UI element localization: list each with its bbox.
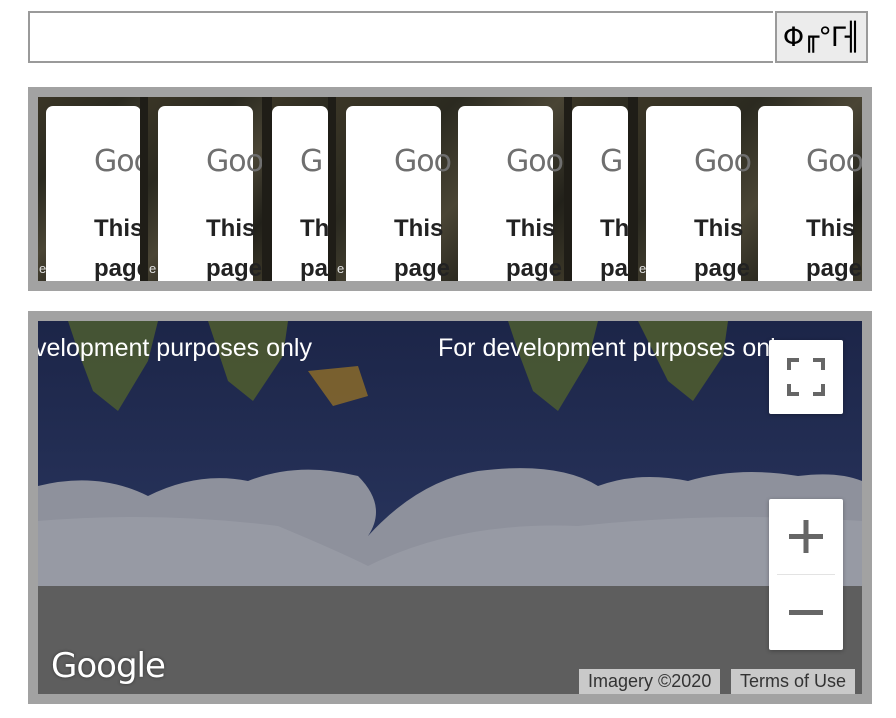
thumbnail-card: G This page — [272, 106, 328, 281]
minus-icon — [789, 610, 823, 615]
thumbnail-logo: Goo — [394, 144, 452, 179]
thumbnail-card: G This page — [572, 106, 628, 281]
imagery-attribution: Imagery ©2020 — [579, 669, 721, 694]
dev-watermark: velopment purposes only — [38, 334, 312, 362]
thumbnail-tile[interactable]: e Goo This page Goo This page — [336, 97, 564, 281]
thumbnail-strip: eGooThis pageeGooThis pageeGThis pageeGo… — [38, 97, 862, 281]
map-imagery — [38, 321, 862, 694]
thumbnail-logo: Goo — [694, 144, 752, 179]
fullscreen-icon — [787, 358, 825, 396]
thumbnail-card: Goo This page — [158, 106, 262, 281]
thumbnail-tile[interactable]: eGThis page — [272, 97, 328, 281]
thumbnail-card: Goo This page — [458, 106, 564, 281]
zoom-out-button[interactable] — [769, 575, 843, 650]
thumbnail-tile[interactable]: eGooThis page — [38, 97, 140, 281]
plus-icon — [789, 520, 823, 553]
thumbnail-text: This page — [806, 215, 862, 281]
search-input[interactable] — [28, 11, 773, 63]
thumbnail-card: GooThis page — [346, 106, 452, 281]
zoom-control — [769, 499, 843, 650]
thumbnail-text: This page — [506, 215, 563, 281]
zoom-in-button[interactable] — [769, 499, 843, 574]
thumbnail-bg-letter: e — [337, 261, 345, 276]
terms-of-use-link[interactable]: Terms of Use — [731, 669, 856, 694]
thumbnail-tile[interactable]: eGThis page — [572, 97, 628, 281]
thumbnail-strip-frame: eGooThis pageeGooThis pageeGThis pageeGo… — [28, 87, 872, 291]
thumbnail-text: This page — [94, 215, 140, 281]
fullscreen-button[interactable] — [769, 340, 843, 414]
thumbnail-logo: Goo — [506, 144, 564, 179]
map-frame: velopment purposes only For development … — [28, 311, 872, 704]
thumbnail-tile[interactable]: e Goo This page — [148, 97, 262, 281]
thumbnail-text: This page — [300, 215, 328, 281]
go-button[interactable]: Φ╓°Γ╢ — [775, 11, 868, 63]
thumbnail-text: This page — [600, 215, 628, 281]
satellite-map[interactable]: velopment purposes only For development … — [38, 321, 862, 694]
google-logo: Google — [51, 646, 166, 686]
thumbnail-logo: Goo — [806, 144, 862, 179]
thumbnail-logo: Goo — [94, 144, 140, 179]
thumbnail-bg-letter: e — [149, 261, 157, 276]
thumbnail-card: GooThis page — [646, 106, 752, 281]
thumbnail-logo: G — [600, 144, 623, 179]
thumbnail-text: This page — [206, 215, 262, 281]
thumbnail-tile[interactable]: e Goo This page Goo This page — [638, 97, 862, 281]
dev-watermark: For development purposes only — [438, 334, 789, 362]
thumbnail-card: Goo This page — [46, 106, 140, 281]
thumbnail-logo: Goo — [206, 144, 262, 179]
thumbnail-logo: G — [300, 144, 323, 179]
thumbnail-card: Goo This page — [758, 106, 862, 281]
